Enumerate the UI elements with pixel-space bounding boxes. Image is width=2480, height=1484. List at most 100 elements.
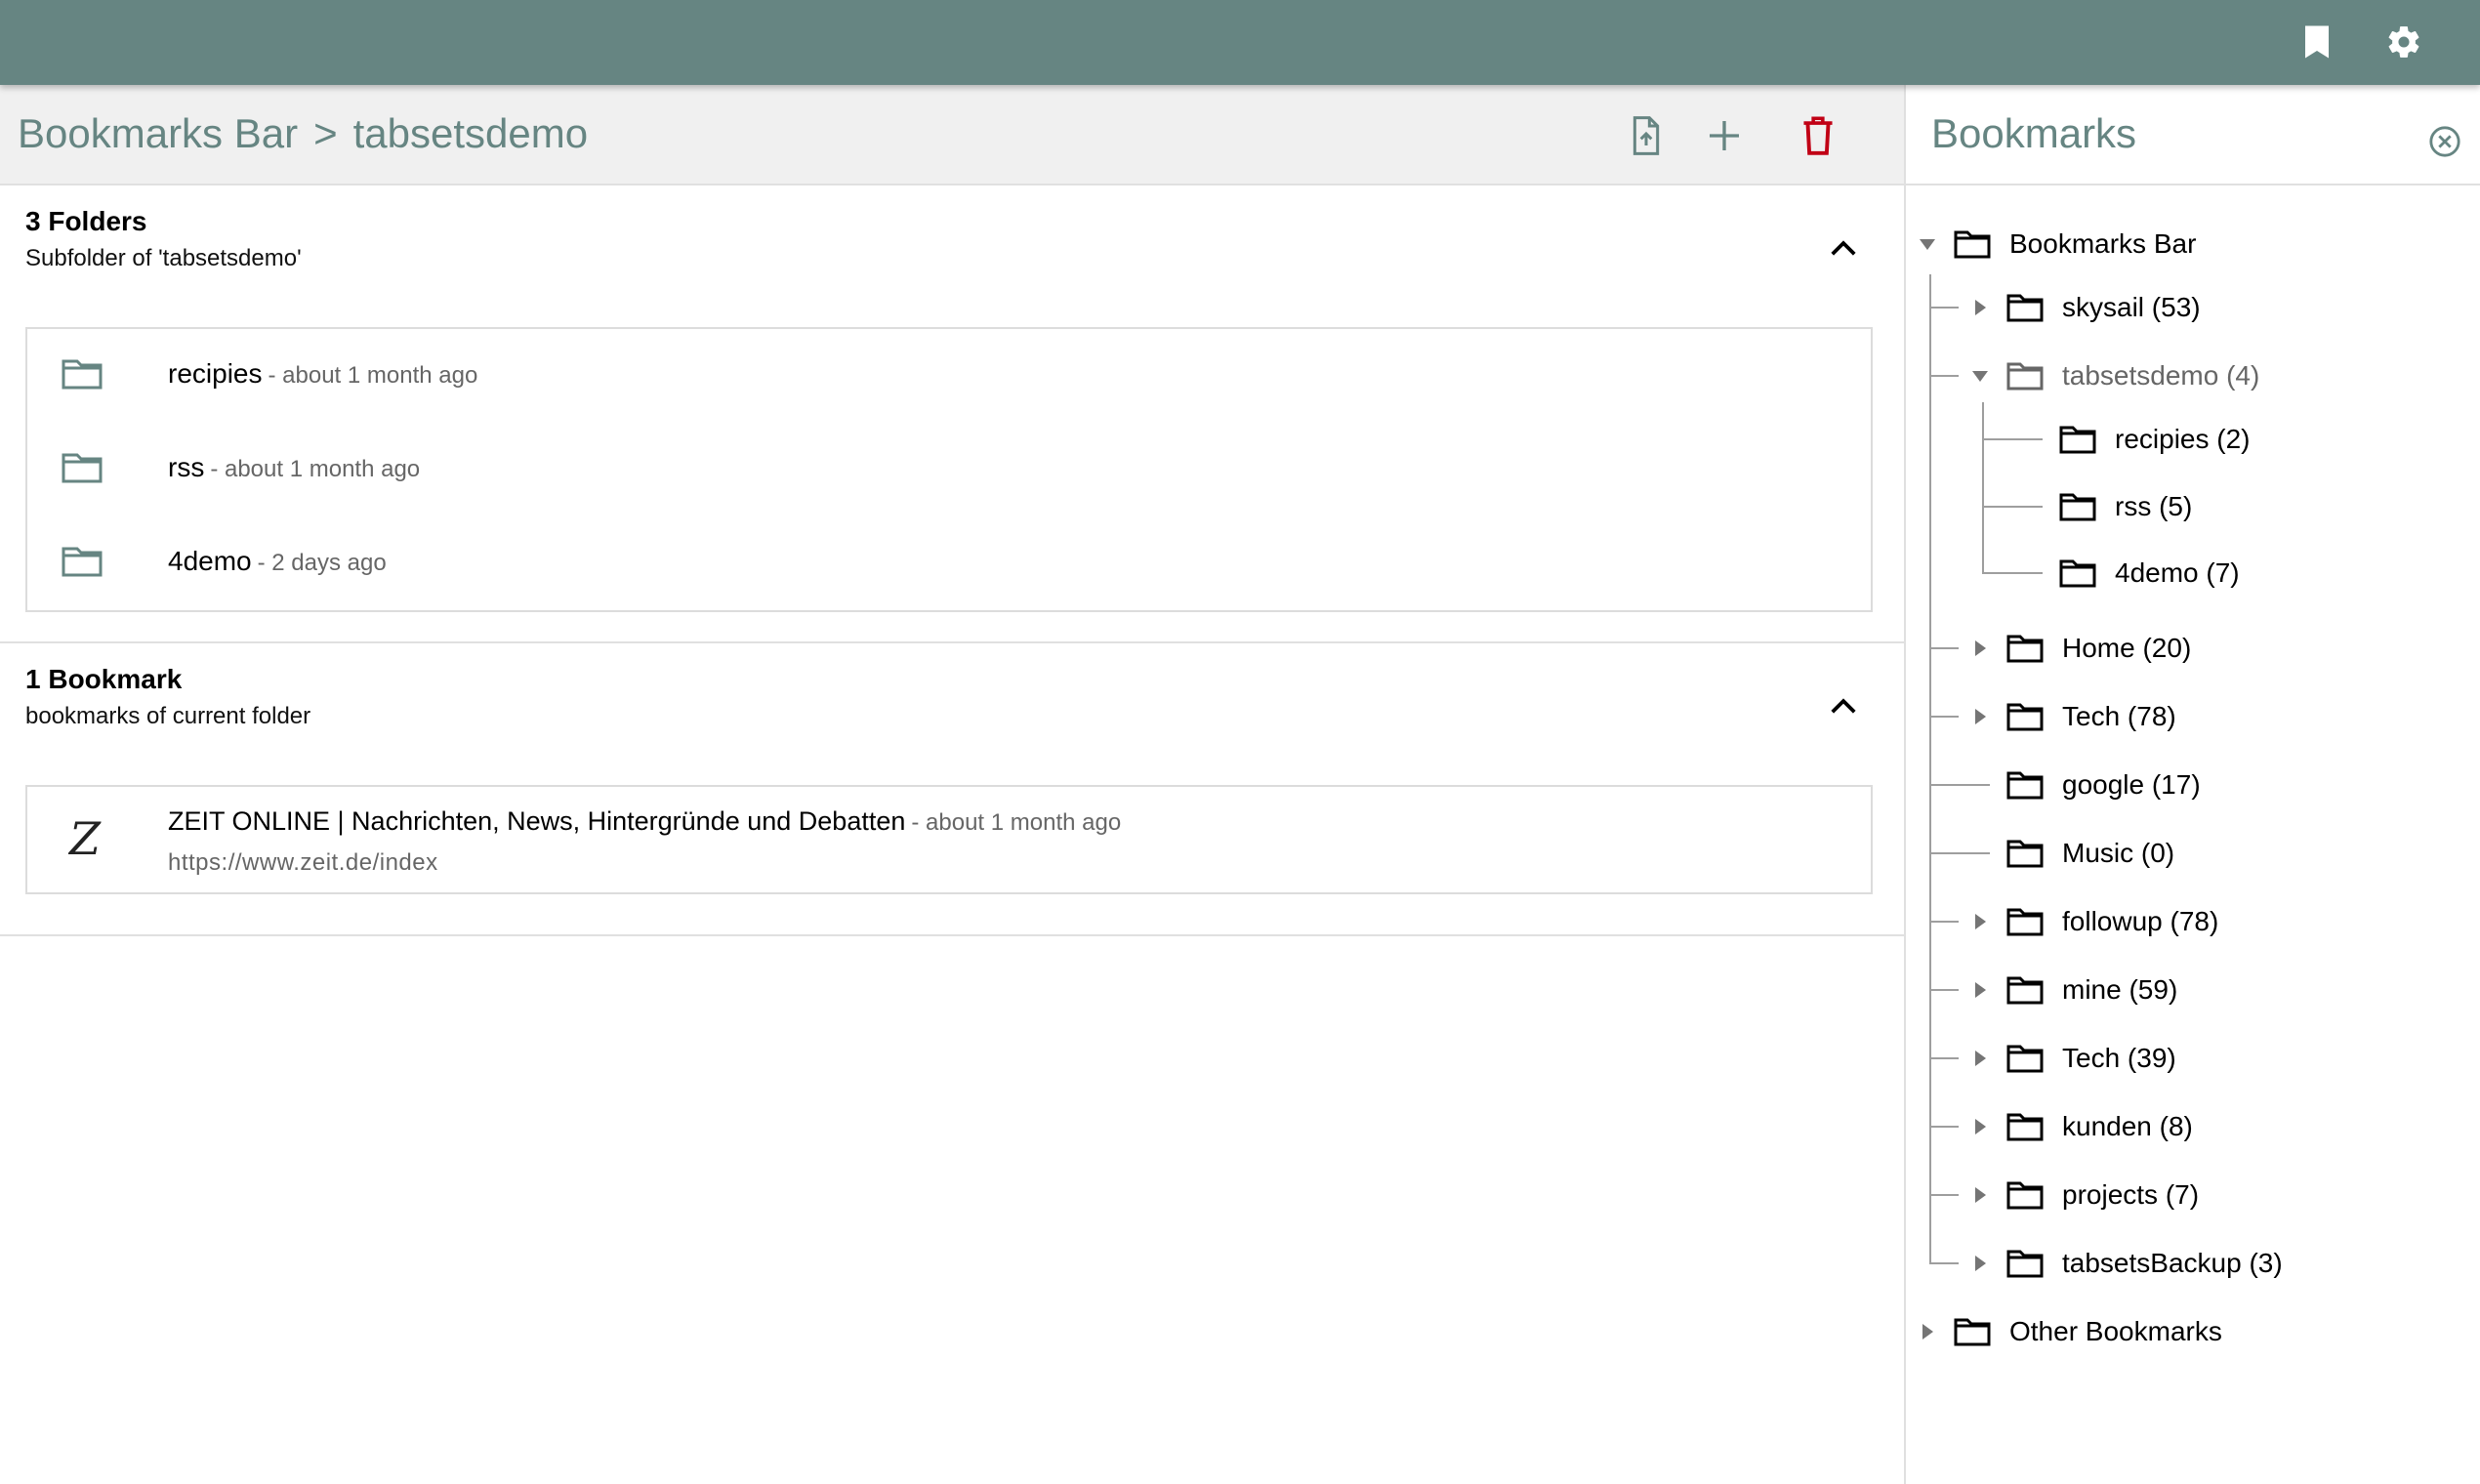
tree-node-home[interactable]: Home (20) <box>1968 625 2191 672</box>
tree-line <box>1929 307 1959 309</box>
main-panel: Bookmarks Bar > tabsetsdemo 3 Folders Subf… <box>0 85 1904 1484</box>
folder-icon <box>2006 362 2044 391</box>
caret-right-icon[interactable] <box>1916 1320 1939 1343</box>
folder-icon <box>2006 703 2044 731</box>
tree-node-mine[interactable]: mine (59) <box>1968 967 2177 1013</box>
tree-node-label: Tech (78) <box>2062 701 2176 731</box>
caret-right-icon[interactable] <box>1968 1115 1992 1138</box>
caret-right-icon[interactable] <box>1968 978 1992 1002</box>
tree-node-label: rss (5) <box>2115 491 2193 521</box>
folder-item-recipies[interactable]: recipies - about 1 month ago <box>27 329 1871 423</box>
folders-section-title: 3 Folders <box>25 206 147 236</box>
caret-right-icon[interactable] <box>1968 1047 1992 1070</box>
folder-name: rss <box>168 452 205 482</box>
folder-icon <box>2006 1113 2044 1141</box>
tree-node-label: kunden (8) <box>2062 1111 2193 1141</box>
tree-node-tabsetsbackup[interactable]: tabsetsBackup (3) <box>1968 1240 2283 1287</box>
bookmarks-section-title: 1 Bookmark <box>25 664 183 694</box>
tree-node-label: projects (7) <box>2062 1179 2200 1210</box>
folder-icon <box>2006 1181 2044 1210</box>
folder-icon <box>2006 1250 2044 1278</box>
collapse-bookmarks-button[interactable] <box>1822 684 1865 727</box>
bookmark-item[interactable]: Z ZEIT ONLINE | Nachrichten, News, Hinte… <box>27 787 1871 892</box>
folder-meta: - about 1 month ago <box>268 362 478 389</box>
bookmark-icon[interactable] <box>2294 19 2340 65</box>
file-upload-icon[interactable] <box>1619 108 1674 163</box>
folder-icon <box>62 453 103 483</box>
tree-line <box>1929 716 1959 718</box>
bookmark-title[interactable]: ZEIT ONLINE | Nachrichten, News, Hinterg… <box>168 806 905 836</box>
folders-section-subtitle: Subfolder of 'tabsetsdemo' <box>25 245 302 271</box>
tree-line <box>1982 438 2043 440</box>
tree-node-rss[interactable]: rss (5) <box>2058 483 2192 530</box>
tree-node-4demo[interactable]: 4demo (7) <box>2058 550 2240 597</box>
tree-node-other-bookmarks[interactable]: Other Bookmarks <box>1916 1308 2222 1355</box>
folder-icon <box>2006 908 2044 936</box>
tree-node-label: 4demo (7) <box>2115 557 2240 588</box>
caret-right-icon[interactable] <box>1968 910 1992 933</box>
tree-node-recipies[interactable]: recipies (2) <box>2058 416 2250 463</box>
caret-right-icon[interactable] <box>1968 705 1992 728</box>
trash-icon[interactable] <box>1791 108 1845 163</box>
tree-line <box>1929 784 1990 786</box>
folder-item-rss[interactable]: rss - about 1 month ago <box>27 423 1871 516</box>
folder-icon <box>2006 771 2044 800</box>
folder-meta: - about 1 month ago <box>210 456 421 482</box>
tree-node-projects[interactable]: projects (7) <box>1968 1172 2199 1218</box>
folder-name: 4demo <box>168 546 252 576</box>
top-app-bar <box>0 0 2480 85</box>
folder-item-4demo[interactable]: 4demo - 2 days ago <box>27 516 1871 610</box>
folders-list: recipies - about 1 month ago rss - about 1… <box>25 327 1873 612</box>
tree-node-label: mine (59) <box>2062 974 2178 1005</box>
folder-icon <box>2006 1045 2044 1073</box>
bookmarks-list: Z ZEIT ONLINE | Nachrichten, News, Hinte… <box>25 785 1873 894</box>
tree-node-bookmarks-bar[interactable]: Bookmarks Bar <box>1916 221 2196 268</box>
tree-line <box>1982 402 1984 573</box>
folder-icon <box>1954 230 1991 259</box>
tree-node-tech[interactable]: Tech (78) <box>1968 693 2176 740</box>
tree-node-label: Other Bookmarks <box>2009 1316 2222 1346</box>
sidebar-header: Bookmarks <box>1906 85 2480 186</box>
bookmark-meta: - about 1 month ago <box>911 809 1122 836</box>
tree-node-label: followup (78) <box>2062 906 2219 936</box>
bookmarks-section-subtitle: bookmarks of current folder <box>25 703 311 729</box>
caret-right-icon[interactable] <box>1968 296 1992 319</box>
tree-line <box>1929 1126 1959 1128</box>
tree-node-music[interactable]: Music (0) <box>2005 830 2174 877</box>
breadcrumb-root[interactable]: Bookmarks Bar <box>18 110 298 156</box>
tree-node-tabsetsdemo[interactable]: tabsetsdemo (4) <box>1968 352 2259 399</box>
tree-node-tech-2[interactable]: Tech (39) <box>1968 1035 2176 1082</box>
tree-node-google[interactable]: google (17) <box>2005 762 2201 808</box>
tree-line <box>1929 921 1959 923</box>
tree-line <box>1929 1194 1959 1196</box>
gear-icon[interactable] <box>2380 19 2427 65</box>
caret-down-icon[interactable] <box>1916 232 1939 256</box>
caret-right-icon[interactable] <box>1968 1183 1992 1207</box>
tree-node-label: google (17) <box>2062 769 2201 800</box>
folder-icon <box>2006 976 2044 1005</box>
collapse-folders-button[interactable] <box>1822 227 1865 269</box>
tree-node-label: recipies (2) <box>2115 424 2251 454</box>
folders-section: 3 Folders Subfolder of 'tabsetsdemo' rec… <box>0 186 1904 643</box>
tree-line <box>1929 1262 1959 1264</box>
breadcrumb-separator: > <box>313 110 338 156</box>
breadcrumb-current[interactable]: tabsetsdemo <box>353 110 588 156</box>
tree-line <box>1929 1057 1959 1059</box>
tree-node-skysail[interactable]: skysail (53) <box>1968 284 2201 331</box>
folder-icon <box>2006 294 2044 322</box>
plus-icon[interactable] <box>1697 108 1752 163</box>
bookmarks-section: 1 Bookmark bookmarks of current folder Z… <box>0 643 1904 936</box>
tree-line <box>1982 572 2043 574</box>
close-icon[interactable] <box>2425 122 2464 161</box>
tree-node-label: Tech (39) <box>2062 1043 2176 1073</box>
folder-icon <box>2059 426 2096 454</box>
caret-down-icon[interactable] <box>1968 364 1992 388</box>
sidebar-title: Bookmarks <box>1931 110 2137 156</box>
tree-line <box>1929 647 1959 649</box>
tree-node-followup[interactable]: followup (78) <box>1968 898 2218 945</box>
tree-line <box>1982 506 2043 508</box>
caret-right-icon[interactable] <box>1968 637 1992 660</box>
zeit-logo-icon: Z <box>69 812 101 865</box>
caret-right-icon[interactable] <box>1968 1252 1992 1275</box>
tree-node-kunden[interactable]: kunden (8) <box>1968 1103 2193 1150</box>
